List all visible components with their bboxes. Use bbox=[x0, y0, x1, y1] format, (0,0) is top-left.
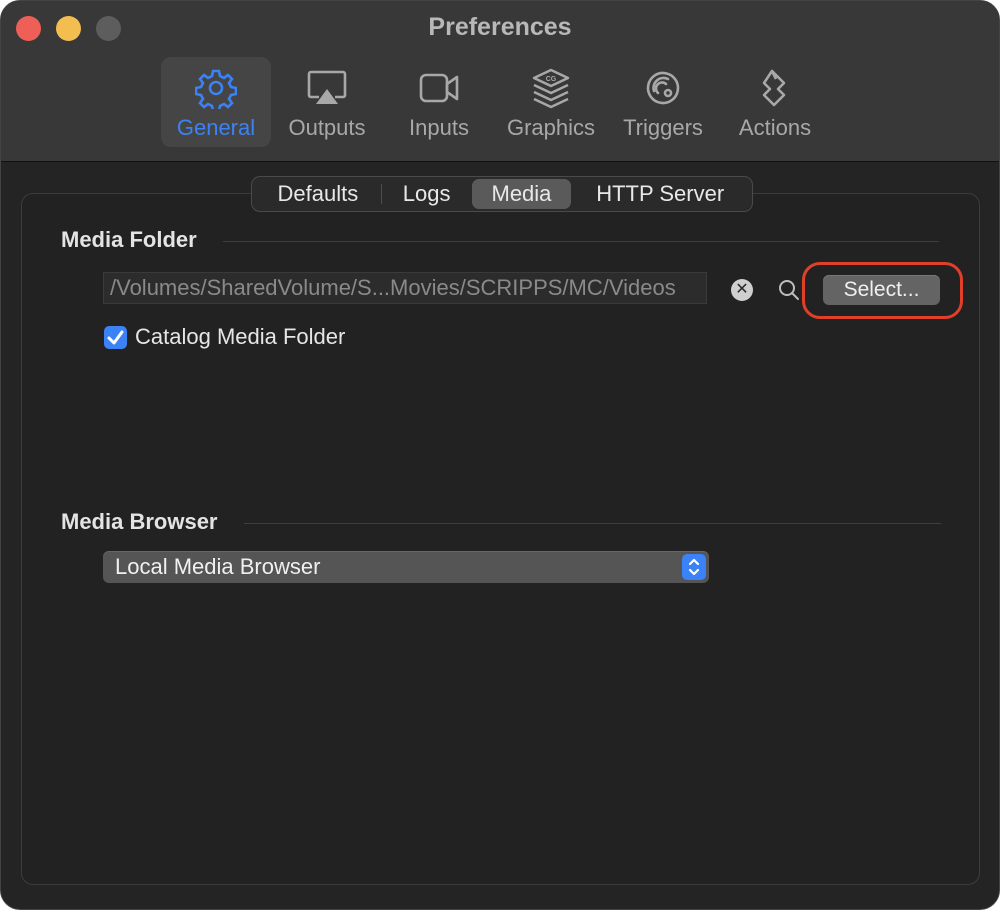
tab-defaults[interactable]: Defaults bbox=[255, 179, 381, 209]
media-folder-heading: Media Folder bbox=[61, 227, 197, 252]
toolbar-item-label: Actions bbox=[738, 115, 812, 140]
tab-media[interactable]: Media bbox=[471, 179, 572, 209]
tab-logs[interactable]: Logs bbox=[382, 179, 472, 209]
tab-http-server[interactable]: HTTP Server bbox=[571, 179, 749, 209]
catalog-media-folder-checkbox[interactable] bbox=[104, 326, 127, 349]
media-browser-popup[interactable]: Local Media Browser bbox=[103, 551, 709, 583]
toolbar-item-general[interactable]: General bbox=[161, 57, 271, 147]
svg-text:CG: CG bbox=[546, 76, 557, 83]
select-folder-button[interactable]: Select... bbox=[823, 275, 940, 305]
toolbar-item-actions[interactable]: Actions bbox=[719, 57, 831, 147]
media-folder-path-field[interactable]: /Volumes/SharedVolume/S...Movies/SCRIPPS… bbox=[103, 272, 707, 304]
section-divider bbox=[244, 523, 941, 524]
actions-icon bbox=[762, 69, 786, 107]
tab-bar: Defaults Logs Media HTTP Server bbox=[251, 176, 753, 212]
toolbar-item-label: Graphics bbox=[506, 115, 596, 140]
airplay-display-icon bbox=[307, 70, 347, 104]
toolbar-item-inputs[interactable]: Inputs bbox=[383, 57, 495, 147]
preferences-toolbar: General Outputs Inputs CG Graphics Trigg… bbox=[161, 57, 831, 147]
toolbar-item-triggers[interactable]: Triggers bbox=[607, 57, 719, 147]
updown-chevron-icon bbox=[682, 554, 706, 580]
titlebar: Preferences General Outputs Inputs CG Gr… bbox=[1, 1, 999, 162]
toolbar-item-label: Triggers bbox=[623, 115, 703, 140]
trigger-icon bbox=[646, 71, 680, 105]
window-title: Preferences bbox=[428, 13, 572, 41]
video-camera-icon bbox=[419, 73, 459, 103]
toolbar-item-label: General bbox=[176, 115, 256, 140]
preferences-window: Preferences General Outputs Inputs CG Gr… bbox=[0, 0, 1000, 910]
clear-path-button[interactable]: ✕ bbox=[731, 279, 753, 301]
gear-icon bbox=[195, 69, 237, 109]
toolbar-item-graphics[interactable]: CG Graphics bbox=[495, 57, 607, 147]
toolbar-item-label: Outputs bbox=[288, 115, 366, 140]
toolbar-item-label: Inputs bbox=[409, 115, 469, 140]
toolbar-item-outputs[interactable]: Outputs bbox=[271, 57, 383, 147]
magnifier-icon bbox=[779, 280, 799, 300]
checkmark-icon bbox=[107, 330, 124, 345]
catalog-media-folder-label: Catalog Media Folder bbox=[135, 324, 346, 349]
media-browser-heading: Media Browser bbox=[61, 509, 218, 534]
media-browser-selected: Local Media Browser bbox=[115, 554, 321, 579]
reveal-folder-button[interactable] bbox=[777, 278, 801, 302]
cg-layers-icon: CG bbox=[532, 68, 570, 109]
section-divider bbox=[223, 241, 939, 242]
